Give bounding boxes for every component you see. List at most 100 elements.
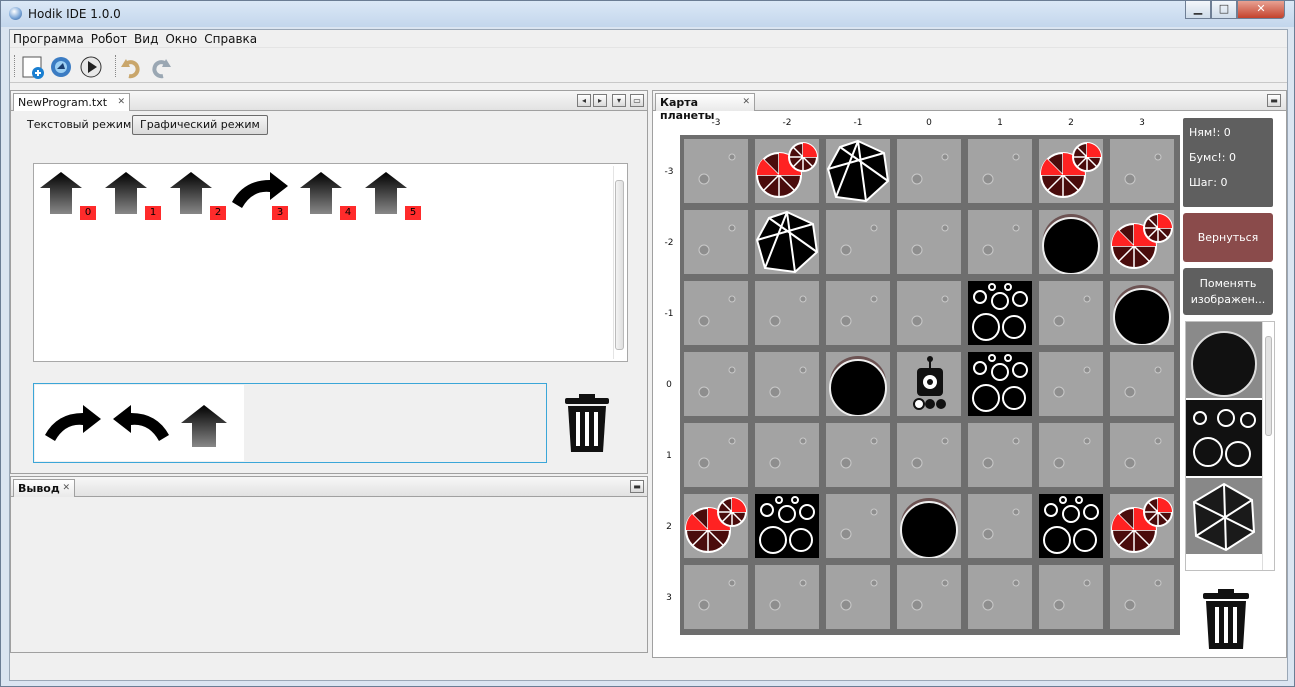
- map-cell[interactable]: [755, 352, 819, 416]
- map-cell[interactable]: [897, 565, 961, 629]
- map-cell[interactable]: [826, 139, 890, 203]
- text-mode-button[interactable]: Текстовый режим: [19, 115, 139, 135]
- chevron-down-icon[interactable]: ▾: [612, 94, 626, 107]
- program-cmd[interactable]: 3: [230, 168, 288, 220]
- back-button[interactable]: Вернуться: [1183, 213, 1273, 262]
- close-button[interactable]: ✕: [1237, 1, 1285, 19]
- tab-newprogram[interactable]: NewProgram.txt ✕: [13, 93, 131, 111]
- play-icon[interactable]: [78, 54, 104, 80]
- menu-window[interactable]: Окно: [162, 30, 201, 46]
- close-tab-icon[interactable]: ✕: [118, 97, 126, 107]
- map-cell[interactable]: [968, 423, 1032, 487]
- scroll-right-icon[interactable]: ▸: [593, 94, 607, 107]
- map-cell[interactable]: [826, 281, 890, 345]
- tab-map[interactable]: Карта планеты ✕: [655, 93, 755, 122]
- maximize-panel-icon[interactable]: ▭: [630, 94, 644, 107]
- trash-icon[interactable]: [563, 394, 611, 454]
- minimize-button[interactable]: ▁: [1185, 1, 1211, 19]
- map-cell[interactable]: [684, 423, 748, 487]
- turn-right-icon[interactable]: [43, 401, 105, 447]
- map-cell[interactable]: [684, 565, 748, 629]
- map-cell[interactable]: [755, 423, 819, 487]
- map-cell[interactable]: [1110, 423, 1174, 487]
- picker-scrollbar[interactable]: [1262, 322, 1274, 570]
- thumb-bubbles[interactable]: [1186, 400, 1262, 476]
- menu-program[interactable]: Программа: [10, 30, 88, 46]
- map-cell[interactable]: [897, 352, 961, 416]
- map-cell[interactable]: [968, 139, 1032, 203]
- map-cell[interactable]: [826, 352, 890, 417]
- hole-icon: [1191, 331, 1257, 397]
- redo-icon[interactable]: [148, 54, 174, 80]
- run-debug-icon[interactable]: [48, 54, 74, 80]
- turn-left-icon[interactable]: [109, 401, 171, 447]
- undo-icon[interactable]: [118, 54, 144, 80]
- map-cell[interactable]: [897, 210, 961, 274]
- map-cell[interactable]: [1110, 565, 1174, 629]
- map-cell[interactable]: [826, 494, 890, 558]
- map-cell[interactable]: [1110, 139, 1174, 203]
- tab-output[interactable]: Вывод ✕: [13, 479, 75, 497]
- client-area: Программа Робот Вид Окно Справка NewProg…: [9, 29, 1288, 681]
- map-cell[interactable]: [1039, 565, 1103, 629]
- map-cell[interactable]: [1039, 494, 1103, 558]
- map-cell[interactable]: [1110, 494, 1174, 558]
- scroll-left-icon[interactable]: ◂: [577, 94, 591, 107]
- hole-icon: [829, 356, 887, 417]
- maximize-button[interactable]: □: [1211, 1, 1237, 19]
- map-cell[interactable]: [755, 139, 819, 203]
- scrollbar-thumb[interactable]: [615, 180, 624, 350]
- map-cell[interactable]: [1110, 210, 1174, 274]
- menu-view[interactable]: Вид: [131, 30, 162, 46]
- map-cell[interactable]: [968, 565, 1032, 629]
- map-cell[interactable]: [1039, 281, 1103, 345]
- menu-robot[interactable]: Робот: [88, 30, 131, 46]
- close-tab-icon[interactable]: ✕: [742, 97, 750, 107]
- program-area[interactable]: 0 1 2 3 4 5: [33, 163, 628, 362]
- close-tab-icon[interactable]: ✕: [62, 483, 70, 493]
- new-program-icon[interactable]: [20, 54, 46, 80]
- map-cell[interactable]: [1039, 139, 1103, 203]
- map-cell[interactable]: [897, 494, 961, 559]
- map-cell[interactable]: [1039, 352, 1103, 416]
- map-cell[interactable]: [968, 210, 1032, 274]
- map-cell[interactable]: [968, 352, 1032, 416]
- program-cmd[interactable]: 5: [363, 168, 421, 220]
- map-cell[interactable]: [755, 281, 819, 345]
- menu-help[interactable]: Справка: [201, 30, 261, 46]
- map-cell[interactable]: [1110, 352, 1174, 416]
- map-cell[interactable]: [755, 494, 819, 558]
- map-cell[interactable]: [826, 210, 890, 274]
- planet-grid[interactable]: [680, 135, 1180, 635]
- forward-arrow-icon[interactable]: [179, 403, 229, 449]
- map-cell[interactable]: [684, 210, 748, 274]
- trash-icon[interactable]: [1201, 589, 1251, 651]
- map-cell[interactable]: [684, 281, 748, 345]
- map-cell[interactable]: [1110, 281, 1174, 346]
- scrollbar-thumb[interactable]: [1265, 336, 1272, 436]
- map-cell[interactable]: [968, 494, 1032, 558]
- program-cmd[interactable]: 4: [298, 168, 356, 220]
- program-cmd[interactable]: 1: [103, 168, 161, 220]
- map-cell[interactable]: [897, 281, 961, 345]
- map-cell[interactable]: [1039, 210, 1103, 275]
- map-cell[interactable]: [826, 423, 890, 487]
- map-cell[interactable]: [755, 565, 819, 629]
- minimize-panel-icon[interactable]: ▬: [1267, 94, 1281, 107]
- map-cell[interactable]: [684, 139, 748, 203]
- map-cell[interactable]: [897, 139, 961, 203]
- graphic-mode-button[interactable]: Графический режим: [132, 115, 268, 135]
- map-cell[interactable]: [684, 352, 748, 416]
- program-cmd[interactable]: 2: [168, 168, 226, 220]
- map-cell[interactable]: [826, 565, 890, 629]
- change-image-button[interactable]: Поменять изображен...: [1183, 268, 1273, 315]
- map-cell[interactable]: [1039, 423, 1103, 487]
- program-scrollbar[interactable]: [613, 166, 625, 359]
- step-counter: Шаг: 0: [1189, 176, 1228, 189]
- map-cell[interactable]: [755, 210, 819, 274]
- program-cmd[interactable]: 0: [38, 168, 96, 220]
- map-cell[interactable]: [897, 423, 961, 487]
- map-cell[interactable]: [968, 281, 1032, 345]
- minimize-panel-icon[interactable]: ▬: [630, 480, 644, 493]
- map-cell[interactable]: [684, 494, 748, 558]
